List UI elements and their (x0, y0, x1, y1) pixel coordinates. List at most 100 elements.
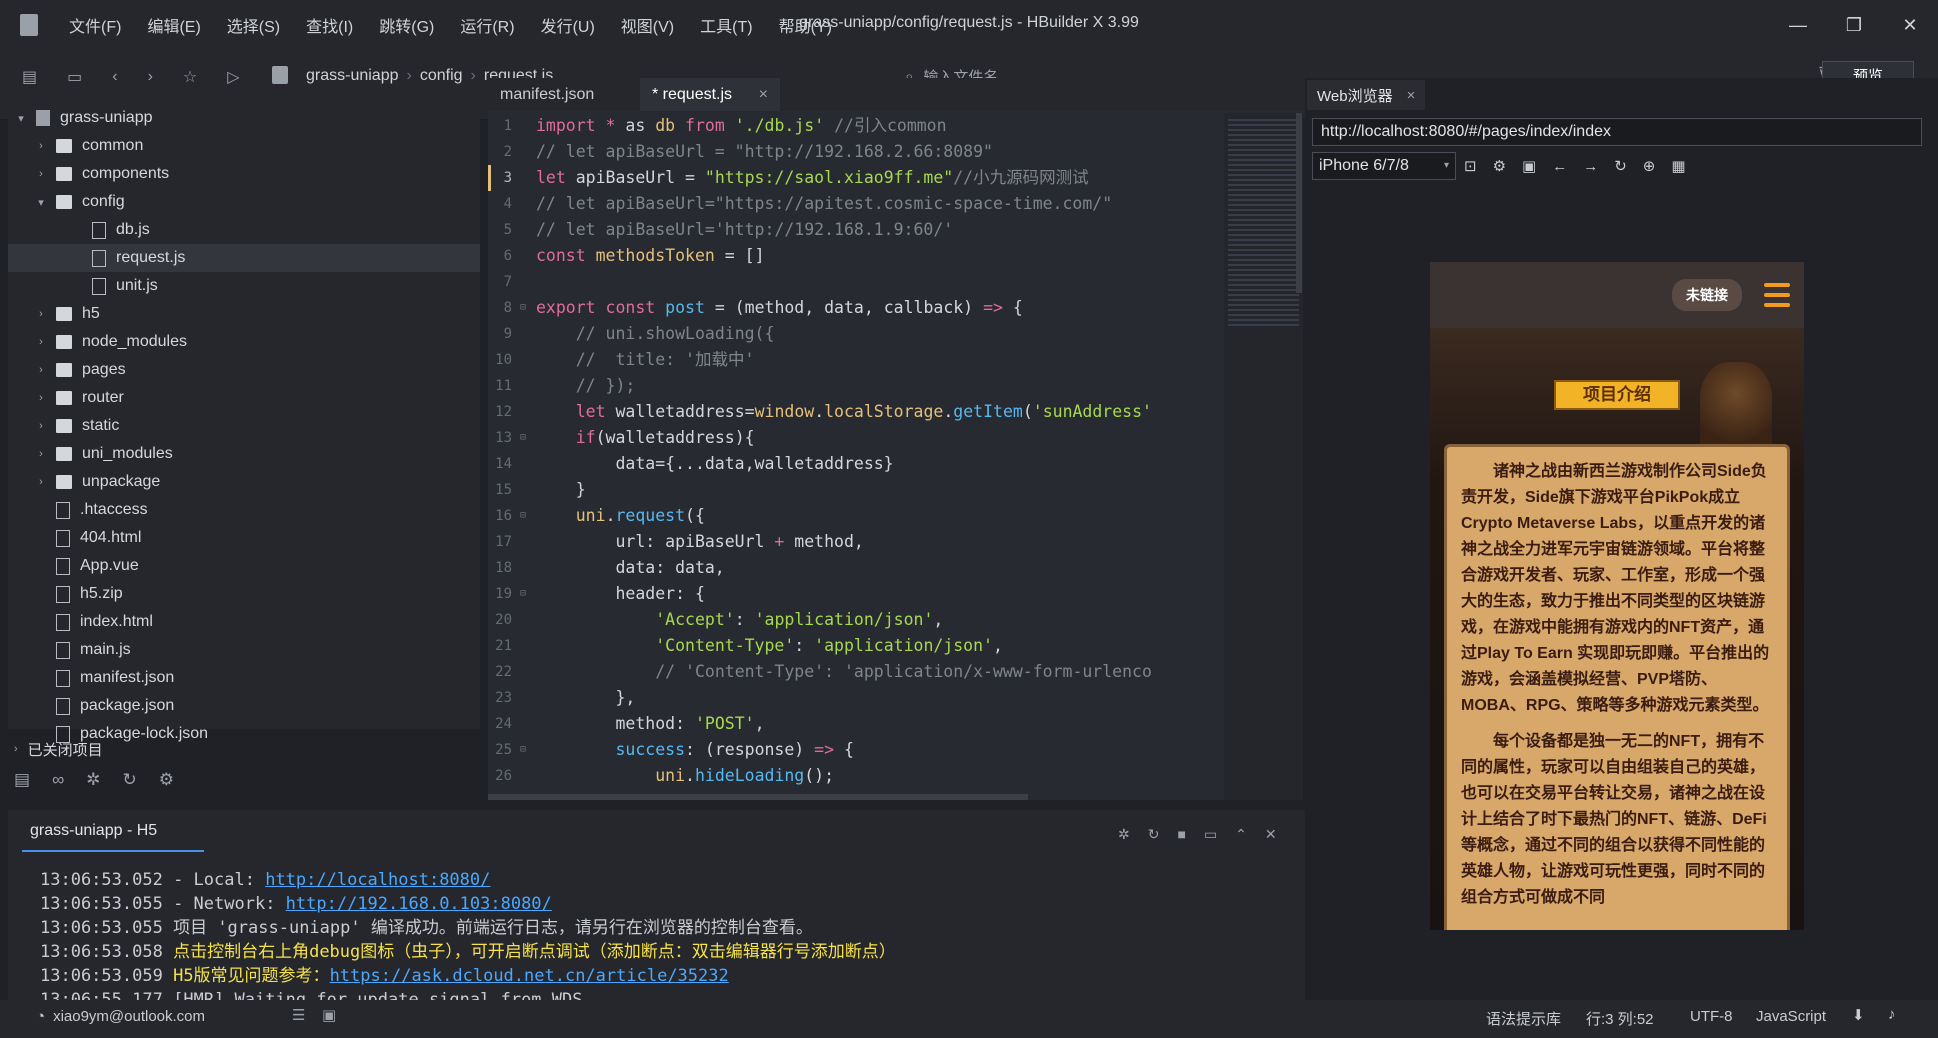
code-line[interactable]: 4 // let apiBaseUrl="https://apitest.cosm… (488, 191, 1224, 217)
tree-item[interactable]: › static (8, 412, 480, 440)
horizontal-scrollbar[interactable] (488, 794, 1028, 800)
line-number[interactable]: 3 (488, 165, 520, 191)
code-line[interactable]: 20 'Accept': 'application/json', (488, 607, 1224, 633)
code-line[interactable]: 5 // let apiBaseUrl='http://192.168.1.9:6… (488, 217, 1224, 243)
line-number[interactable]: 24 (488, 711, 520, 737)
settings-icon[interactable]: ⚙ (1493, 157, 1506, 175)
browser-url-input[interactable]: http://localhost:8080/#/pages/index/inde… (1312, 118, 1922, 146)
line-number[interactable]: 23 (488, 685, 520, 711)
line-number[interactable]: 9 (488, 321, 520, 347)
tree-item[interactable]: › unpackage (8, 468, 480, 496)
code-line[interactable]: 8 ⊟ export const post = (method, data, cal… (488, 295, 1224, 321)
tree-item[interactable]: › router (8, 384, 480, 412)
code-line[interactable]: 26 uni.hideLoading(); (488, 763, 1224, 789)
tree-item[interactable]: request.js (8, 244, 480, 272)
line-number[interactable]: 26 (488, 763, 520, 789)
browser-tab-close-icon[interactable]: × (1407, 87, 1416, 104)
tree-item[interactable]: › pages (8, 356, 480, 384)
fold-icon[interactable] (520, 347, 530, 373)
debug-icon[interactable]: ✲ (1118, 826, 1130, 843)
fold-icon[interactable]: ⊟ (520, 581, 530, 607)
list-icon[interactable]: ☰ (292, 1006, 305, 1024)
fold-icon[interactable] (520, 165, 530, 191)
tree-item[interactable]: App.vue (8, 552, 480, 580)
log-link[interactable]: http://192.168.0.103:8080/ (286, 894, 552, 914)
log-link[interactable]: https://ask.dcloud.net.cn/article/35232 (330, 966, 729, 986)
encoding[interactable]: UTF-8 (1690, 1008, 1733, 1025)
fold-icon[interactable]: ⊟ (520, 425, 530, 451)
code-line[interactable]: 14 data={...data,walletaddress} (488, 451, 1224, 477)
forward-arrow-icon[interactable]: → (1583, 158, 1598, 175)
line-number[interactable]: 7 (488, 269, 520, 295)
git-icon[interactable]: ↻ (122, 770, 136, 790)
stop-icon[interactable]: ■ (1177, 826, 1185, 843)
line-number[interactable]: 19 (488, 581, 520, 607)
save-icon[interactable]: ▭ (67, 67, 82, 87)
line-number[interactable]: 22 (488, 659, 520, 685)
forward-icon[interactable]: › (148, 68, 153, 86)
tree-item[interactable]: ▾ config (8, 188, 480, 216)
fold-icon[interactable]: ⊟ (520, 737, 530, 763)
hamburger-menu-icon[interactable] (1764, 283, 1790, 307)
code-line[interactable]: 18 data: data, (488, 555, 1224, 581)
line-number[interactable]: 10 (488, 347, 520, 373)
fold-icon[interactable] (520, 373, 530, 399)
code-line[interactable]: 21 'Content-Type': 'application/json', (488, 633, 1224, 659)
line-number[interactable]: 25 (488, 737, 520, 763)
phone-preview[interactable]: 未链接 项目介绍 诸神之战由新西兰游戏制作公司Side负责开发，Side旗下游戏… (1430, 262, 1804, 930)
fold-icon[interactable] (520, 451, 530, 477)
fold-icon[interactable]: ⊟ (520, 503, 530, 529)
fold-icon[interactable]: ⊟ (520, 295, 530, 321)
fold-icon[interactable] (520, 399, 530, 425)
code-line[interactable]: 23 }, (488, 685, 1224, 711)
download-icon[interactable]: ⬇ (1852, 1006, 1865, 1024)
line-number[interactable]: 4 (488, 191, 520, 217)
chevron-up-icon[interactable]: ⌃ (1235, 826, 1247, 843)
fold-icon[interactable] (520, 529, 530, 555)
tree-item[interactable]: package.json (8, 692, 480, 720)
line-number[interactable]: 11 (488, 373, 520, 399)
language-mode[interactable]: JavaScript (1756, 1008, 1826, 1025)
line-number[interactable]: 12 (488, 399, 520, 425)
tree-item[interactable]: › node_modules (8, 328, 480, 356)
code-line[interactable]: 15 } (488, 477, 1224, 503)
line-number[interactable]: 6 (488, 243, 520, 269)
code-line[interactable]: 16 ⊟ uni.request({ (488, 503, 1224, 529)
cursor-position[interactable]: 行:3 列:52 (1586, 1008, 1654, 1029)
fold-icon[interactable] (520, 633, 530, 659)
new-file-icon[interactable]: ▤ (22, 67, 37, 87)
restore-icon[interactable]: ❐ (1826, 15, 1882, 36)
minimize-icon[interactable]: — (1770, 15, 1826, 36)
close-icon[interactable]: ✕ (1882, 15, 1938, 36)
minimap[interactable] (1224, 113, 1303, 800)
browser-tab[interactable]: Web浏览器 × (1307, 80, 1426, 110)
fold-icon[interactable] (520, 477, 530, 503)
line-number[interactable]: 18 (488, 555, 520, 581)
project-manager-icon[interactable]: ▤ (14, 770, 30, 790)
console-tab[interactable]: grass-uniapp - H5 (30, 822, 157, 840)
tree-item[interactable]: unit.js (8, 272, 480, 300)
breadcrumb-folder[interactable]: config (420, 67, 463, 85)
code-line[interactable]: 19 ⊟ header: { (488, 581, 1224, 607)
line-number[interactable]: 20 (488, 607, 520, 633)
tab-manifest[interactable]: manifest.json (488, 78, 640, 111)
back-icon[interactable]: ‹ (112, 68, 117, 86)
tree-item[interactable]: 404.html (8, 524, 480, 552)
console-icon[interactable]: ▣ (1522, 157, 1536, 175)
tree-item[interactable]: manifest.json (8, 664, 480, 692)
tree-item[interactable]: index.html (8, 608, 480, 636)
device-select[interactable]: iPhone 6/7/8 ▾ (1312, 152, 1456, 180)
tree-item[interactable]: main.js (8, 636, 480, 664)
code-line[interactable]: 3 let apiBaseUrl = "https://saol.xiao9ff.… (488, 165, 1224, 191)
line-number[interactable]: 16 (488, 503, 520, 529)
binoculars-icon[interactable]: ∞ (52, 770, 64, 790)
star-icon[interactable]: ☆ (183, 67, 197, 87)
fold-icon[interactable] (520, 113, 530, 139)
restart-icon[interactable]: ↻ (1148, 826, 1160, 843)
syntax-hint[interactable]: 语法提示库 (1486, 1008, 1561, 1029)
line-number[interactable]: 14 (488, 451, 520, 477)
account[interactable]: ◔ xiao9ym@outlook.com (36, 1008, 205, 1025)
fold-icon[interactable] (520, 321, 530, 347)
tree-item[interactable]: db.js (8, 216, 480, 244)
qrcode-icon[interactable]: ▦ (1671, 157, 1685, 175)
